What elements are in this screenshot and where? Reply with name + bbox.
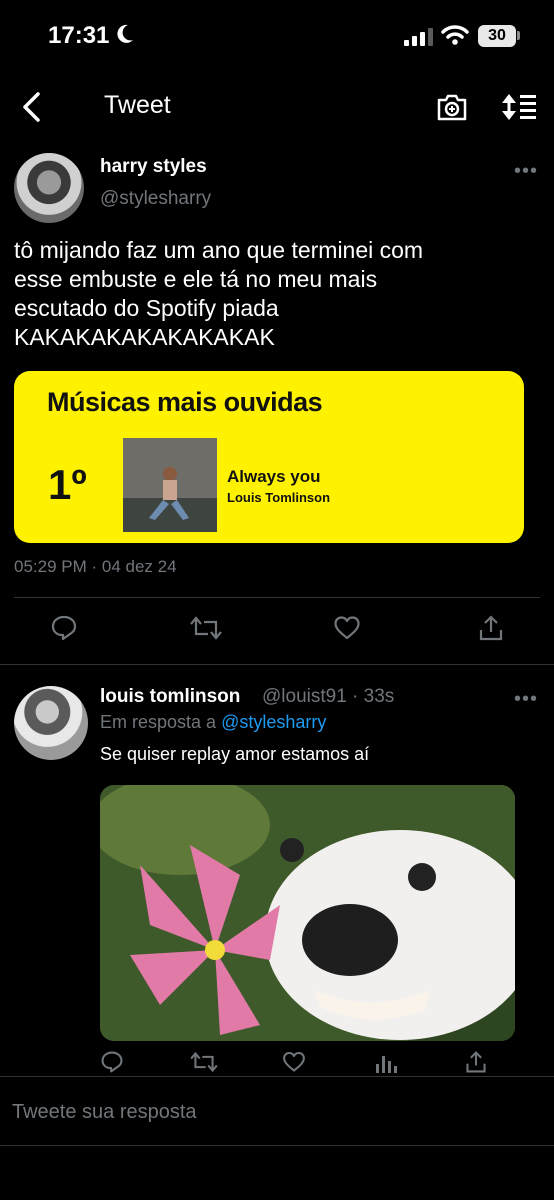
album-cover	[123, 438, 217, 532]
back-button[interactable]	[18, 90, 48, 124]
song-artist: Louis Tomlinson	[227, 490, 331, 505]
camera-button[interactable]	[436, 92, 468, 127]
status-time: 17:31	[48, 22, 110, 49]
like-icon	[283, 1051, 305, 1072]
author-avatar[interactable]	[14, 153, 84, 223]
rank-number: 1º	[48, 461, 87, 508]
share-icon	[479, 615, 503, 641]
reply-reply-button[interactable]	[100, 1050, 124, 1079]
tweet-text-line: esse embuste e ele tá no meu mais	[14, 266, 378, 292]
reply-share-button[interactable]	[464, 1050, 488, 1079]
replying-to-mention[interactable]: @stylesharry	[221, 712, 326, 732]
reply-icon	[101, 1051, 123, 1073]
reply-text: Se quiser replay amor estamos aí	[100, 744, 370, 764]
share-button[interactable]	[477, 614, 505, 647]
moon-icon	[114, 22, 134, 51]
reply-media-image[interactable]	[100, 785, 515, 1041]
reply-like-button[interactable]	[282, 1050, 306, 1079]
retweet-icon	[190, 1051, 218, 1073]
divider	[14, 597, 540, 598]
views-icon	[376, 1056, 397, 1073]
battery-nub	[517, 31, 520, 40]
tweet-text: tô mijando faz um ano que terminei com e…	[14, 236, 534, 352]
battery-indicator: 30	[478, 25, 516, 47]
replying-to: Em resposta a @stylesharry	[100, 712, 326, 733]
song-title: Always you	[227, 467, 321, 486]
reply-handle-time[interactable]: @louist91 · 33s	[262, 686, 394, 708]
top-navigation: Tweet	[0, 78, 554, 136]
reply-retweet-button[interactable]	[190, 1050, 218, 1079]
wifi-icon	[441, 24, 469, 51]
tweet-timestamp[interactable]: 05:29 PM · 04 dez 24	[14, 557, 177, 577]
reply-author-avatar[interactable]	[14, 686, 88, 760]
reply-more-options-button[interactable]: •••	[514, 688, 538, 711]
author-name[interactable]: harry styles	[100, 156, 207, 178]
like-icon	[334, 616, 360, 640]
sort-icon	[502, 94, 536, 120]
card-title: Músicas mais ouvidas	[47, 387, 323, 417]
retweet-icon	[190, 616, 222, 640]
reply-author-name[interactable]: louis tomlinson	[100, 686, 240, 708]
reply-button[interactable]	[50, 614, 78, 647]
reply-input-placeholder[interactable]: Tweete sua resposta	[12, 1101, 197, 1124]
back-icon	[23, 92, 40, 122]
camera-icon	[437, 94, 467, 121]
replying-to-prefix: Em resposta a	[100, 712, 222, 732]
signal-icon	[404, 28, 434, 51]
tweet-actions	[0, 614, 554, 646]
page-title: Tweet	[104, 91, 171, 119]
reply-composer[interactable]: Tweete sua resposta	[0, 1076, 554, 1146]
retweet-button[interactable]	[190, 614, 222, 647]
divider	[0, 664, 554, 665]
sort-button[interactable]	[500, 92, 538, 127]
tweet-text-line: escutado do Spotify piada	[14, 295, 279, 321]
share-icon	[466, 1051, 486, 1073]
status-bar: 17:31 30	[0, 0, 554, 70]
tweet-text-line: tô mijando faz um ano que terminei com	[14, 237, 424, 263]
more-options-button[interactable]: •••	[514, 160, 538, 183]
like-button[interactable]	[333, 614, 361, 647]
author-handle[interactable]: @stylesharry	[100, 188, 211, 210]
tweet-text-line: KAKAKAKAKAKAKAKAK	[14, 324, 275, 350]
reply-actions	[0, 1050, 554, 1078]
spotify-card-image[interactable]: Músicas mais ouvidas 1º Always you Louis…	[14, 371, 524, 543]
reply-icon	[51, 615, 77, 641]
reply-views-button[interactable]	[374, 1050, 398, 1079]
